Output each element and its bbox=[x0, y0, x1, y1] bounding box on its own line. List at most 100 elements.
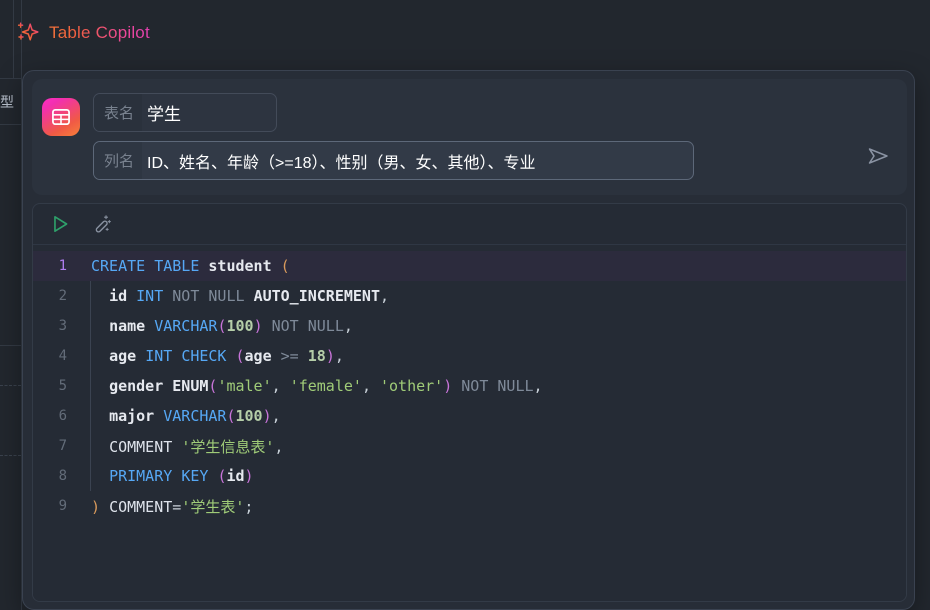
indent-guide bbox=[90, 341, 91, 371]
code-text: age INT CHECK (age >= 18), bbox=[79, 347, 344, 365]
code-token bbox=[172, 467, 181, 485]
column-names-field[interactable]: 列名 ID、姓名、年龄（>=18）、性别（男、女、其他）、专业 bbox=[93, 141, 694, 180]
page-title: Table Copilot bbox=[49, 23, 150, 43]
code-token: id bbox=[109, 287, 127, 305]
code-token: age bbox=[245, 347, 272, 365]
code-token: 'male' bbox=[217, 377, 271, 395]
code-token: , bbox=[272, 377, 290, 395]
send-paper-plane-icon bbox=[865, 144, 891, 168]
code-token bbox=[91, 317, 109, 335]
code-token bbox=[91, 467, 109, 485]
code-token bbox=[272, 257, 281, 275]
code-token bbox=[163, 377, 172, 395]
code-line[interactable]: 8 PRIMARY KEY (id) bbox=[33, 461, 906, 491]
table-name-label: 表名 bbox=[94, 94, 142, 131]
code-token bbox=[91, 377, 109, 395]
line-number: 6 bbox=[33, 408, 79, 424]
code-token: NOT NULL bbox=[172, 287, 244, 305]
code-area[interactable]: 1CREATE TABLE student (2 id INT NOT NULL… bbox=[33, 245, 906, 601]
code-token: ( bbox=[281, 257, 290, 275]
code-token: , bbox=[380, 287, 389, 305]
column-names-input[interactable]: ID、姓名、年龄（>=18）、性别（男、女、其他）、专业 bbox=[142, 142, 693, 179]
code-line[interactable]: 4 age INT CHECK (age >= 18), bbox=[33, 341, 906, 371]
bg-row-divider bbox=[0, 124, 21, 125]
table-name-field[interactable]: 表名 学生 bbox=[93, 93, 277, 132]
code-token: id bbox=[226, 467, 244, 485]
code-token: , bbox=[344, 317, 353, 335]
code-token: , bbox=[335, 347, 344, 365]
indent-guide bbox=[90, 461, 91, 491]
table-grid-glyph bbox=[50, 106, 72, 128]
code-token bbox=[272, 347, 281, 365]
code-token: COMMENT bbox=[109, 498, 172, 516]
code-line[interactable]: 7 COMMENT '学生信息表', bbox=[33, 431, 906, 461]
code-token: ; bbox=[244, 498, 253, 516]
code-token bbox=[100, 498, 109, 516]
code-text: ) COMMENT='学生表'; bbox=[79, 496, 253, 517]
code-token: INT bbox=[145, 347, 172, 365]
code-token: KEY bbox=[181, 467, 208, 485]
code-token: 'other' bbox=[380, 377, 443, 395]
indent-guide bbox=[90, 311, 91, 341]
code-token: CREATE bbox=[91, 257, 145, 275]
code-token: 'female' bbox=[290, 377, 362, 395]
code-token bbox=[127, 287, 136, 305]
table-grid-icon bbox=[42, 98, 80, 136]
code-text: name VARCHAR(100) NOT NULL, bbox=[79, 317, 353, 335]
code-token: student bbox=[208, 257, 271, 275]
code-token bbox=[299, 347, 308, 365]
code-token: ENUM bbox=[172, 377, 208, 395]
editor-toolbar bbox=[33, 204, 906, 245]
code-line[interactable]: 5 gender ENUM('male', 'female', 'other')… bbox=[33, 371, 906, 401]
code-token: TABLE bbox=[154, 257, 199, 275]
code-text: COMMENT '学生信息表', bbox=[79, 436, 283, 457]
code-token bbox=[91, 407, 109, 425]
table-name-input[interactable]: 学生 bbox=[142, 94, 276, 131]
code-token bbox=[172, 438, 181, 456]
code-text: id INT NOT NULL AUTO_INCREMENT, bbox=[79, 287, 389, 305]
code-token: name bbox=[109, 317, 145, 335]
code-line[interactable]: 2 id INT NOT NULL AUTO_INCREMENT, bbox=[33, 281, 906, 311]
code-token: ) bbox=[443, 377, 452, 395]
code-token: gender bbox=[109, 377, 163, 395]
code-token bbox=[91, 347, 109, 365]
code-token: CHECK bbox=[181, 347, 226, 365]
code-text: CREATE TABLE student ( bbox=[79, 257, 290, 275]
code-token bbox=[263, 317, 272, 335]
code-token: VARCHAR bbox=[163, 407, 226, 425]
code-line[interactable]: 6 major VARCHAR(100), bbox=[33, 401, 906, 431]
line-number: 5 bbox=[33, 378, 79, 394]
line-number: 7 bbox=[33, 438, 79, 454]
line-number: 1 bbox=[33, 258, 79, 274]
code-token bbox=[145, 317, 154, 335]
code-token bbox=[163, 287, 172, 305]
code-token bbox=[245, 287, 254, 305]
send-button[interactable] bbox=[861, 141, 895, 171]
code-token: '学生表' bbox=[181, 498, 244, 516]
code-token: VARCHAR bbox=[154, 317, 217, 335]
bg-row-divider bbox=[0, 455, 21, 456]
copilot-panel: 表名 学生 列名 ID、姓名、年龄（>=18）、性别（男、女、其他）、专业 bbox=[22, 70, 915, 610]
code-token bbox=[91, 438, 109, 456]
code-token bbox=[226, 347, 235, 365]
code-token: = bbox=[172, 498, 181, 516]
indent-guide bbox=[90, 371, 91, 401]
code-token bbox=[136, 347, 145, 365]
code-line[interactable]: 1CREATE TABLE student ( bbox=[33, 251, 906, 281]
indent-guide bbox=[90, 431, 91, 461]
code-token: NOT NULL bbox=[272, 317, 344, 335]
run-button[interactable] bbox=[47, 211, 73, 237]
line-number: 2 bbox=[33, 288, 79, 304]
sql-editor: 1CREATE TABLE student (2 id INT NOT NULL… bbox=[32, 203, 907, 602]
code-text: major VARCHAR(100), bbox=[79, 407, 281, 425]
code-token: 100 bbox=[236, 407, 263, 425]
code-token: 100 bbox=[226, 317, 253, 335]
line-number: 9 bbox=[33, 498, 79, 514]
code-token: age bbox=[109, 347, 136, 365]
code-line[interactable]: 3 name VARCHAR(100) NOT NULL, bbox=[33, 311, 906, 341]
play-triangle-icon bbox=[49, 213, 71, 235]
code-token: ) bbox=[245, 467, 254, 485]
code-token: ( bbox=[226, 407, 235, 425]
code-line[interactable]: 9) COMMENT='学生表'; bbox=[33, 491, 906, 521]
magic-format-button[interactable] bbox=[89, 211, 115, 237]
